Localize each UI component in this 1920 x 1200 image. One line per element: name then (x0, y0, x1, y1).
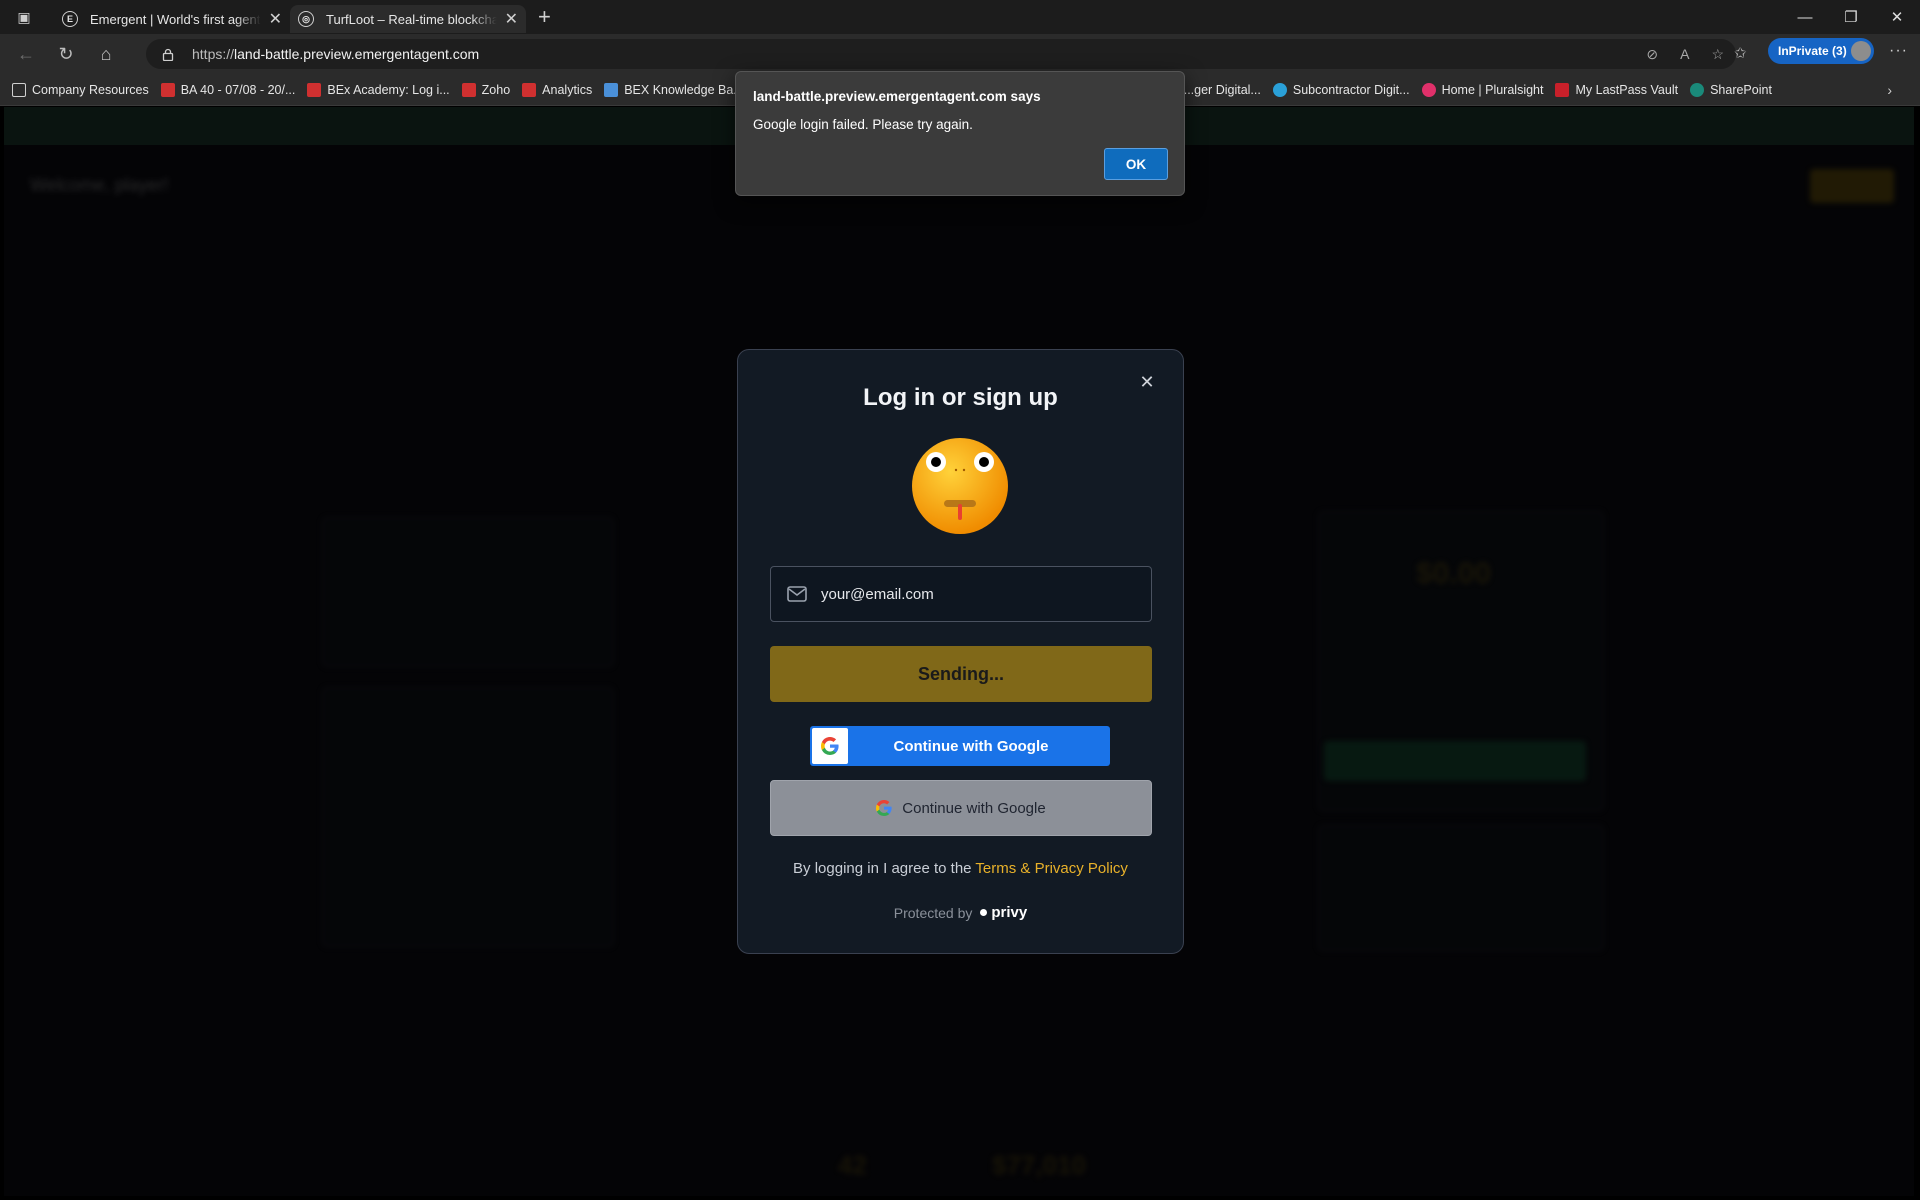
terms-prefix: By logging in I agree to the (793, 860, 976, 877)
alert-dialog: land-battle.preview.emergentagent.com sa… (735, 71, 1185, 196)
privy-brand: privy (991, 904, 1028, 921)
alert-header: land-battle.preview.emergentagent.com sa… (753, 89, 1041, 104)
bookmark-favicon-icon (307, 82, 322, 97)
close-tab-icon[interactable]: ✕ (505, 9, 518, 29)
google-signin-button[interactable]: Continue with Google (810, 726, 1110, 766)
welcome-text: Welcome, player! (30, 175, 169, 195)
tab-title: TurfLoot – Real-time blockchain skill ga… (326, 11, 497, 27)
wallet-add-funds-bar (1324, 741, 1586, 781)
back-icon[interactable]: ← (8, 38, 44, 70)
minimize-icon[interactable]: — (1782, 0, 1828, 34)
login-modal: ✕ Log in or sign up your@email.com Sendi… (737, 349, 1184, 954)
url-host: land-battle.preview.emergentagent.com (234, 46, 480, 62)
bookmark-label: SharePoint (1710, 82, 1772, 97)
lock-icon[interactable] (162, 48, 174, 62)
bookmark-favicon-icon (604, 82, 619, 97)
folder-icon (12, 82, 26, 97)
inprivate-badge[interactable]: InPrivate (3) (1768, 38, 1874, 64)
new-tab-icon[interactable]: + (538, 4, 551, 30)
email-field[interactable]: your@email.com (770, 566, 1152, 622)
refresh-icon[interactable]: ↻ (48, 38, 84, 70)
close-tab-icon[interactable]: ✕ (269, 9, 282, 29)
favorite-star-icon[interactable]: ☆ (1711, 46, 1724, 63)
favorites-icon[interactable]: ✩ (1734, 44, 1747, 62)
google-icon (812, 728, 848, 764)
wallet-balance: $0.00 (1416, 557, 1492, 590)
bookmark-item[interactable]: BEX Knowledge Ba... (604, 82, 744, 97)
mail-icon (787, 586, 807, 602)
pot-stat: $77,010 (992, 1150, 1086, 1180)
bookmark-item[interactable]: Home | Pluralsight (1421, 82, 1544, 97)
bookmark-label: Zoho (481, 82, 511, 97)
avatar (1851, 41, 1871, 61)
more-menu-icon[interactable]: ··· (1889, 42, 1908, 60)
mascot-icon (912, 438, 1008, 534)
google-icon (876, 800, 892, 816)
url-text: https://land-battle.preview.emergentagen… (192, 46, 479, 62)
tab-turfloot[interactable]: ◎ TurfLoot – Real-time blockchain skill … (290, 5, 526, 33)
address-bar-row: ← ↻ ⌂ https://land-battle.preview.emerge… (0, 34, 1920, 74)
bookmark-item[interactable]: BA 40 - 07/08 - 20/... (160, 82, 296, 97)
close-window-icon[interactable]: ✕ (1874, 0, 1920, 34)
bookmark-label: Subcontractor Digit... (1292, 82, 1410, 97)
google-signin-label: Continue with Google (893, 737, 1049, 755)
inprivate-label: InPrivate (3) (1778, 44, 1847, 58)
alert-message: Google login failed. Please try again. (753, 117, 973, 132)
window-controls: — ❐ ✕ (1782, 0, 1920, 34)
terms-text: By logging in I agree to the Terms & Pri… (738, 860, 1183, 877)
players-stat: 42 (838, 1150, 867, 1180)
bookmark-item[interactable]: Zoho (461, 82, 511, 97)
address-bar[interactable]: https://land-battle.preview.emergentagen… (146, 39, 1736, 69)
bookmark-favicon-icon (1555, 82, 1570, 97)
bookmark-item[interactable]: ...ger Digital... (1184, 83, 1261, 97)
privy-logo-icon (980, 909, 988, 916)
submit-button[interactable]: Sending... (770, 646, 1152, 702)
restore-icon[interactable]: ❐ (1828, 0, 1874, 34)
email-placeholder: your@email.com (821, 585, 934, 603)
bookmark-label: Analytics (542, 82, 593, 97)
continue-with-google-button[interactable]: Continue with Google (770, 780, 1152, 836)
bookmark-favicon-icon (1690, 82, 1705, 97)
tracking-prevention-icon[interactable]: ⊘ (1646, 46, 1658, 63)
read-aloud-icon[interactable]: A (1680, 46, 1689, 62)
home-icon[interactable]: ⌂ (88, 38, 124, 70)
bookmark-item[interactable]: My LastPass Vault (1555, 82, 1679, 97)
continue-with-google-label: Continue with Google (902, 799, 1046, 817)
bookmark-label: BA 40 - 07/08 - 20/... (180, 82, 296, 97)
tab-actions-icon[interactable]: ▣ (10, 3, 38, 31)
bookmark-item[interactable]: BEx Academy: Log i... (307, 82, 450, 97)
chevron-right-icon[interactable]: › (1887, 82, 1892, 98)
bookmark-favicon-icon (1421, 82, 1436, 97)
bookmark-label: BEx Academy: Log i... (327, 82, 450, 97)
bookmark-favicon-icon (522, 82, 537, 97)
modal-title: Log in or sign up (863, 384, 1058, 411)
terms-link[interactable]: Terms & Privacy Policy (975, 860, 1128, 877)
friends-panel (322, 687, 614, 947)
tab-bar: ▣ E Emergent | World's first agentic vib… (0, 0, 1920, 34)
login-button-background (1810, 169, 1894, 203)
customize-panel (1318, 825, 1604, 951)
bookmark-favicon-icon (160, 82, 175, 97)
ok-button[interactable]: OK (1104, 148, 1168, 180)
emergent-favicon-icon: E (62, 11, 78, 27)
bookmark-label: ...ger Digital... (1183, 82, 1261, 97)
globe-icon: ◎ (298, 11, 314, 27)
bookmark-label: Home | Pluralsight (1441, 82, 1544, 97)
tab-emergent[interactable]: E Emergent | World's first agentic vibe-… (54, 5, 290, 33)
bookmark-item[interactable]: Company Resources (12, 82, 149, 97)
protected-by: Protected by privy (738, 904, 1183, 921)
bookmark-label: BEX Knowledge Ba... (624, 82, 744, 97)
bookmark-item[interactable]: Subcontractor Digit... (1272, 82, 1410, 97)
bookmark-favicon-icon (461, 82, 476, 97)
bookmark-label: Company Resources (32, 82, 149, 97)
bookmark-item[interactable]: SharePoint (1690, 82, 1772, 97)
tab-title: Emergent | World's first agentic vibe-co… (90, 11, 261, 27)
bookmark-favicon-icon (1272, 82, 1287, 97)
bookmark-item[interactable]: Analytics (522, 82, 593, 97)
url-scheme: https:// (192, 46, 235, 62)
leaderboard-panel (322, 517, 614, 667)
protected-by-label: Protected by (893, 904, 973, 921)
bookmark-label: My LastPass Vault (1575, 82, 1679, 97)
